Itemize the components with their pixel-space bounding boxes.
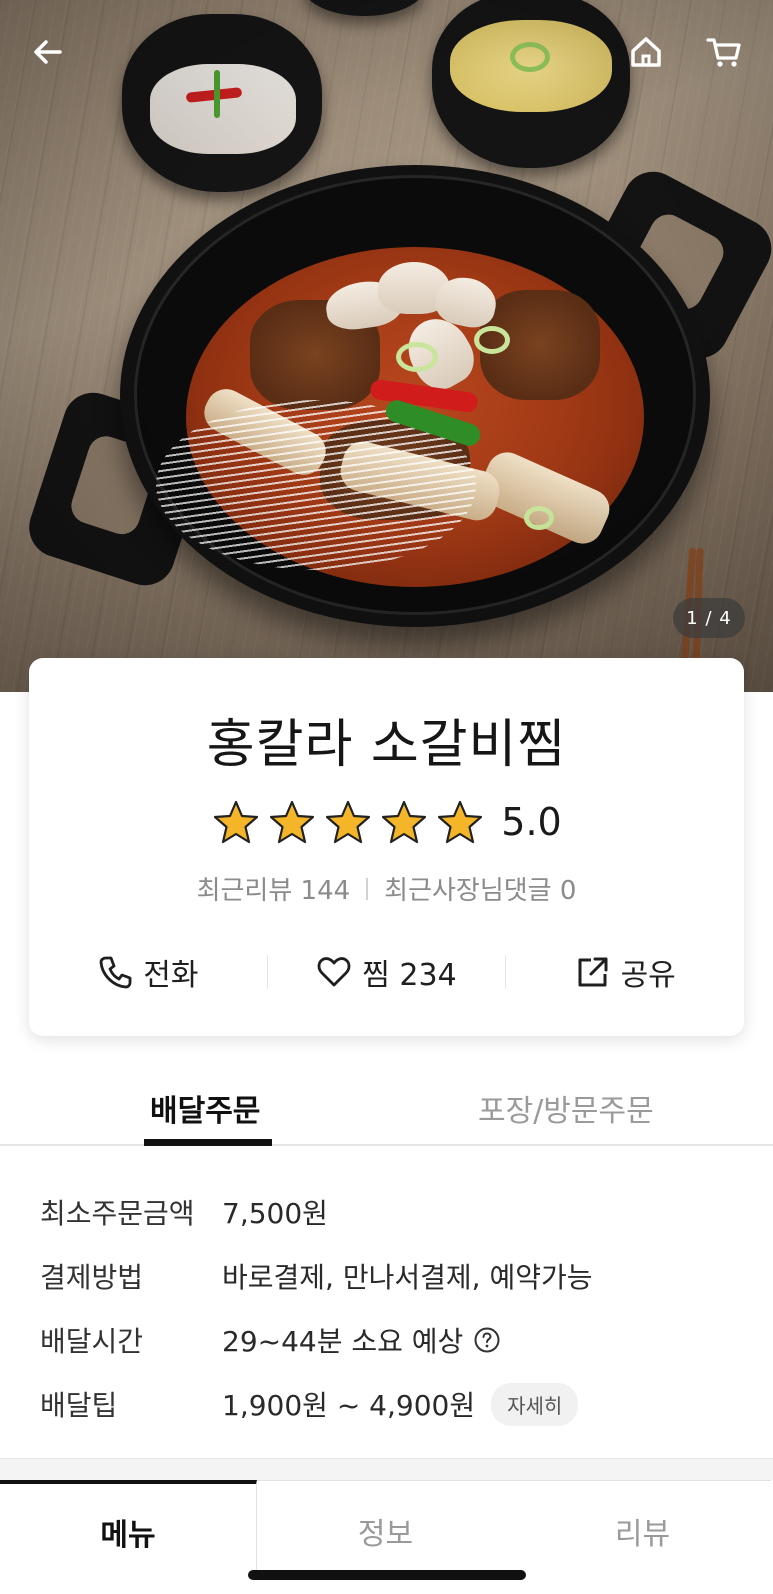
tab-delivery-order[interactable]: 배달주문	[150, 1086, 260, 1130]
star-icon	[326, 800, 371, 844]
store-card: 홍칼라 소갈비찜 5.0 최근리뷰 144 최근사장님댓글 0 전화 찜 234	[29, 658, 744, 1036]
min-order-value: 7,500원	[222, 1197, 328, 1230]
image-counter: 1 / 4	[673, 598, 745, 638]
call-label: 전화	[143, 958, 199, 993]
star-icon	[438, 800, 483, 844]
delivery-time-value: 29~44분 소요 예상	[222, 1325, 464, 1358]
delivery-tip-label: 배달팁	[40, 1389, 118, 1422]
delivery-time-label: 배달시간	[40, 1325, 144, 1358]
share-button[interactable]: 공유	[506, 950, 744, 994]
call-button[interactable]: 전화	[29, 950, 267, 994]
owner-reply-count[interactable]: 최근사장님댓글 0	[384, 870, 576, 907]
cart-button[interactable]	[700, 28, 748, 76]
favorite-button[interactable]: 찜 234	[268, 950, 506, 994]
delivery-tip-detail-button[interactable]: 자세히	[491, 1382, 579, 1426]
tab-pickup-order[interactable]: 포장/방문주문	[478, 1086, 654, 1130]
star-icon	[382, 800, 427, 844]
delivery-tip-value-wrap: 1,900원 ~ 4,900원 자세히	[222, 1382, 579, 1426]
delivery-time-value-wrap: 29~44분 소요 예상	[222, 1320, 501, 1360]
delivery-tip-value: 1,900원 ~ 4,900원	[222, 1389, 476, 1422]
section-divider	[0, 1458, 773, 1480]
share-icon	[578, 957, 608, 987]
home-indicator	[248, 1570, 526, 1580]
tab-review[interactable]: 리뷰	[514, 1480, 771, 1580]
order-type-tabs: 배달주문 포장/방문주문	[0, 1064, 773, 1146]
min-order-label: 최소주문금액	[40, 1197, 195, 1230]
cart-icon	[706, 38, 741, 67]
info-row-payment: 결제방법 바로결제, 만나서결제, 예약가능	[40, 1244, 740, 1308]
hero-image[interactable]: 1 / 4	[0, 0, 773, 692]
heart-icon	[317, 957, 351, 987]
payment-value: 바로결제, 만나서결제, 예약가능	[222, 1261, 593, 1294]
divider	[366, 877, 369, 900]
review-stats: 최근리뷰 144 최근사장님댓글 0	[29, 870, 744, 907]
tab-info[interactable]: 정보	[257, 1480, 514, 1580]
star-icon	[270, 800, 315, 844]
recent-review-count[interactable]: 최근리뷰 144	[197, 870, 351, 907]
info-row-min-order: 최소주문금액 7,500원	[40, 1180, 740, 1244]
active-tab-indicator	[144, 1139, 272, 1146]
home-button[interactable]	[622, 28, 670, 76]
phone-icon	[99, 956, 132, 989]
store-name: 홍칼라 소갈비찜	[206, 715, 567, 775]
favorite-label: 찜 234	[362, 958, 457, 993]
arrow-left-icon	[34, 40, 62, 64]
star-rating	[211, 799, 485, 845]
delivery-info: 최소주문금액 7,500원 결제방법 바로결제, 만나서결제, 예약가능 배달시…	[40, 1180, 740, 1436]
tab-menu[interactable]: 메뉴	[0, 1480, 257, 1580]
action-row: 전화 찜 234 공유	[29, 940, 744, 1004]
star-icon	[214, 800, 259, 844]
info-row-delivery-tip: 배달팁 1,900원 ~ 4,900원 자세히	[40, 1372, 740, 1436]
back-button[interactable]	[24, 28, 72, 76]
rating-row: 5.0	[29, 798, 744, 846]
help-icon[interactable]	[473, 1326, 501, 1354]
payment-label: 결제방법	[40, 1261, 144, 1294]
home-icon	[631, 37, 661, 67]
share-label: 공유	[620, 958, 676, 993]
info-row-delivery-time: 배달시간 29~44분 소요 예상	[40, 1308, 740, 1372]
rating-value: 5.0	[501, 800, 562, 844]
